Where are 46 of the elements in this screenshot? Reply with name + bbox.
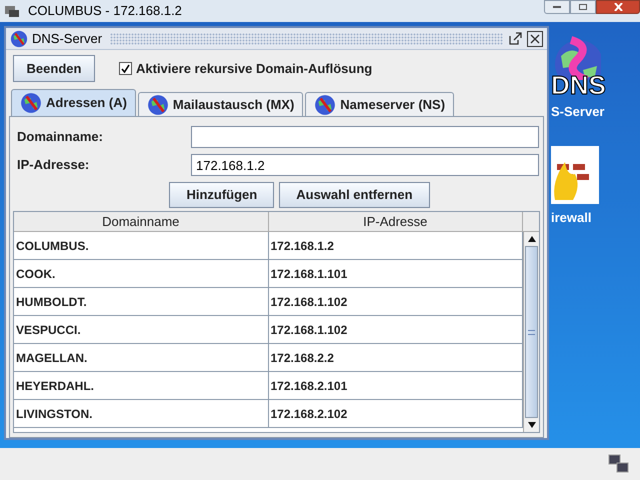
- table-cell: VESPUCCI.: [14, 316, 268, 343]
- table-cell: MAGELLAN.: [14, 344, 268, 371]
- dns-globe-icon: [10, 30, 28, 48]
- field-label: IP-Adresse:: [16, 156, 90, 174]
- scroll-thumb[interactable]: [525, 246, 538, 418]
- scroll-down-icon[interactable]: [528, 422, 536, 428]
- desktop-icon-label[interactable]: irewall: [551, 208, 592, 227]
- firewall-icon[interactable]: [551, 146, 599, 204]
- header-corner: [523, 212, 539, 232]
- dialog-title: DNS-Server: [32, 30, 104, 48]
- text-field[interactable]: 172.168.1.2: [191, 154, 539, 176]
- globe-icon: [314, 94, 336, 116]
- column-header[interactable]: IP-Adresse: [268, 212, 523, 232]
- checkbox-label: Aktiviere rekursive Domain-Auflösung: [136, 60, 372, 78]
- maximize-button[interactable]: [570, 0, 596, 14]
- table-cell: HEYERDAHL.: [14, 372, 268, 399]
- table-cell: COOK.: [14, 260, 268, 287]
- table-cell: HUMBOLDT.: [14, 288, 268, 315]
- icon-badge-text: DNS: [551, 72, 606, 98]
- table-cell: COLUMBUS.: [14, 232, 268, 259]
- close-button[interactable]: [596, 0, 640, 14]
- minimize-button[interactable]: [544, 0, 570, 14]
- tab[interactable]: Nameserver (NS): [305, 92, 454, 116]
- close-icon: [614, 3, 622, 11]
- checkbox[interactable]: [119, 62, 132, 75]
- detach-icon[interactable]: [507, 30, 523, 46]
- close-icon: [530, 34, 540, 44]
- column-header[interactable]: Domainname: [14, 212, 268, 232]
- text-field[interactable]: [191, 126, 539, 148]
- scroll-up-icon[interactable]: [528, 236, 536, 242]
- globe-icon: [146, 94, 169, 116]
- table-cell: LIVINGSTON.: [14, 400, 268, 427]
- close-button[interactable]: [527, 30, 543, 46]
- field-label: Domainname:: [16, 128, 104, 146]
- quit-button[interactable]: Beenden: [13, 55, 95, 82]
- action-button[interactable]: Auswahl entfernen: [279, 182, 430, 208]
- tab[interactable]: Mailaustausch (MX): [138, 92, 304, 116]
- network-icon[interactable]: [608, 454, 630, 474]
- app-icon: [4, 4, 20, 18]
- scrollbar[interactable]: [523, 232, 539, 432]
- window-title: COLUMBUS - 172.168.1.2: [28, 2, 182, 20]
- detach-arrow-icon: [508, 32, 522, 45]
- desktop-icon-label[interactable]: S-Server: [551, 102, 604, 122]
- action-button[interactable]: Hinzufügen: [169, 182, 274, 208]
- globe-icon: [20, 92, 42, 114]
- tab[interactable]: Adressen (A): [11, 89, 136, 116]
